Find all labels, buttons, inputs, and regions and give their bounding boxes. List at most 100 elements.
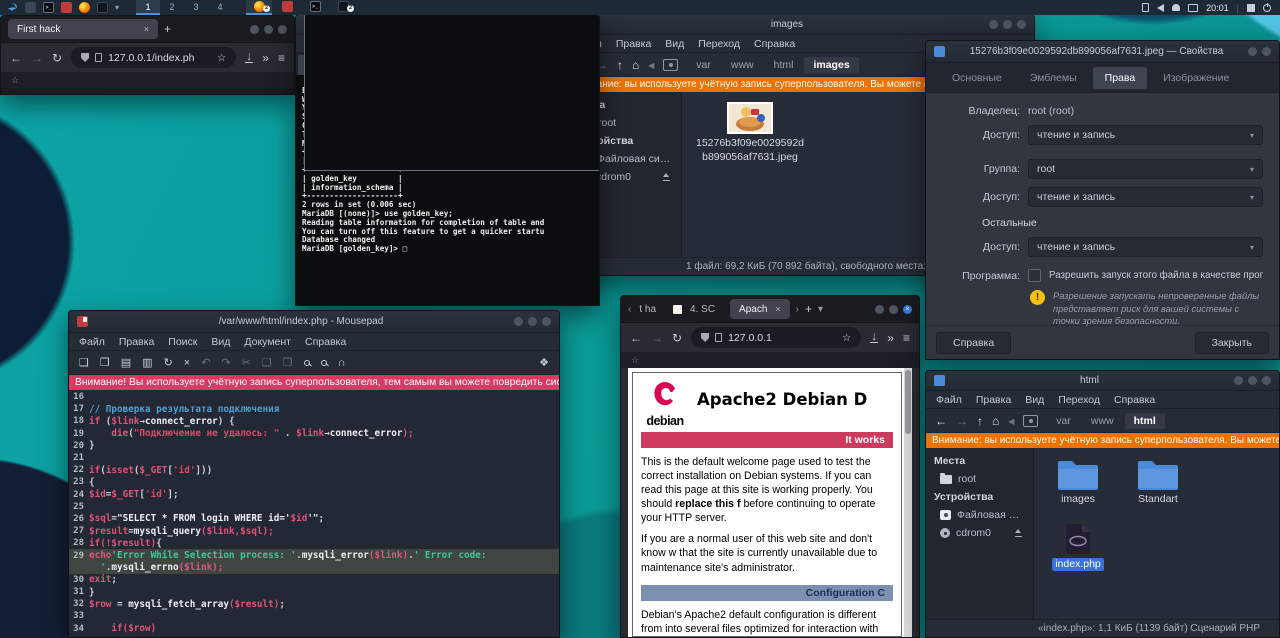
- breadcrumb-item[interactable]: www: [1082, 413, 1123, 429]
- crumb-scroll-icon[interactable]: ◂: [1008, 414, 1014, 428]
- eject-icon[interactable]: [1014, 529, 1023, 537]
- back-button[interactable]: ←: [630, 331, 642, 345]
- new-document-icon[interactable]: ❏: [79, 356, 89, 369]
- clock[interactable]: 20:01: [1206, 3, 1229, 13]
- file-item[interactable]: Standart: [1126, 458, 1190, 507]
- save-as-icon[interactable]: ▥: [142, 356, 152, 369]
- browser-tab-partial[interactable]: t ha: [637, 299, 658, 319]
- breadcrumb-item[interactable]: var: [687, 57, 720, 73]
- url-bar[interactable]: 127.0.0.1 ☆: [691, 327, 861, 348]
- breadcrumb-item[interactable]: html: [1125, 413, 1165, 429]
- close-button[interactable]: [1017, 20, 1026, 29]
- workspace-button[interactable]: 4: [208, 0, 232, 15]
- forward-button[interactable]: →: [956, 414, 968, 428]
- file-item[interactable]: 15276b3f09e0029592db899056af7631.jpeg: [694, 102, 806, 164]
- reload-button[interactable]: ↻: [52, 51, 62, 65]
- notifications-icon[interactable]: [1172, 4, 1180, 11]
- maximize-button[interactable]: [1248, 47, 1257, 56]
- media-icon[interactable]: [1023, 415, 1038, 427]
- workspace-button[interactable]: 2: [160, 0, 184, 15]
- taskbar-editor-button[interactable]: [274, 0, 300, 15]
- sidebar-item[interactable]: cdrom0: [926, 524, 1033, 542]
- menu-item[interactable]: Переход: [1058, 394, 1100, 406]
- menu-item[interactable]: Справка: [305, 336, 346, 348]
- overflow-menu-icon[interactable]: »: [887, 331, 894, 345]
- copy-icon[interactable]: ❑: [262, 356, 272, 369]
- breadcrumb-item[interactable]: Права: [1093, 67, 1148, 89]
- tab-scroll-left-icon[interactable]: ‹: [628, 304, 631, 315]
- go-to-icon[interactable]: ∩: [338, 357, 346, 369]
- back-button[interactable]: ←: [935, 414, 947, 428]
- import-bookmarks-icon[interactable]: ☆: [631, 355, 639, 366]
- cut-icon[interactable]: ✂: [242, 356, 251, 369]
- menu-item[interactable]: Правка: [976, 394, 1011, 406]
- page-scrollbar[interactable]: [904, 368, 912, 637]
- file-item[interactable]: images: [1046, 458, 1110, 507]
- menu-item[interactable]: Файл: [79, 336, 105, 348]
- close-button[interactable]: ×: [903, 305, 912, 314]
- titlebar[interactable]: 15276b3f09e0029592db899056af7631.jpeg — …: [926, 41, 1279, 63]
- power-icon[interactable]: [1263, 4, 1271, 12]
- files-launcher-icon[interactable]: [25, 2, 36, 13]
- breadcrumb-item[interactable]: Изображение: [1151, 67, 1241, 89]
- tab-scroll-right-icon[interactable]: ›: [796, 304, 799, 315]
- menu-item[interactable]: Правка: [119, 336, 154, 348]
- browser-tab[interactable]: First hack ×: [8, 19, 158, 39]
- firefox-launcher-icon[interactable]: [79, 2, 90, 13]
- file-item[interactable]: index.php: [1046, 523, 1110, 572]
- group-select[interactable]: root▾: [1028, 159, 1263, 179]
- forward-button[interactable]: →: [651, 331, 663, 345]
- save-icon[interactable]: ▤: [121, 356, 131, 369]
- menu-item[interactable]: Правка: [616, 38, 651, 50]
- owner-access-select[interactable]: чтение и запись▾: [1028, 125, 1263, 145]
- redo-icon[interactable]: ↷: [221, 356, 230, 369]
- home-button[interactable]: ⌂: [632, 58, 639, 72]
- code-editor[interactable]: 1617// Проверка результата подключения18…: [69, 390, 559, 637]
- maximize-button[interactable]: [264, 25, 273, 34]
- undo-icon[interactable]: ↶: [201, 356, 210, 369]
- media-icon[interactable]: [663, 59, 678, 71]
- tab-close-icon[interactable]: ×: [144, 24, 149, 34]
- kali-menu-icon[interactable]: [7, 2, 18, 13]
- close-button[interactable]: [1262, 47, 1271, 56]
- taskbar-terminal-button[interactable]: >_: [302, 0, 328, 15]
- titlebar[interactable]: /var/www/html/index.php - Mousepad: [69, 311, 559, 333]
- reload-icon[interactable]: ↻: [164, 356, 173, 369]
- reload-button[interactable]: ↻: [672, 331, 682, 345]
- titlebar[interactable]: html: [926, 371, 1279, 391]
- forward-button[interactable]: →: [31, 51, 43, 65]
- url-text[interactable]: 127.0.0.1: [728, 332, 836, 344]
- downloads-icon[interactable]: ↓: [245, 52, 253, 63]
- app-menu-icon[interactable]: ≡: [278, 51, 285, 65]
- close-document-icon[interactable]: ×: [184, 357, 190, 369]
- others-access-select[interactable]: чтение и запись▾: [1028, 237, 1263, 257]
- titlebar[interactable]: root@kaliman: /home/mans: [296, 15, 599, 35]
- menu-item[interactable]: Вид: [1025, 394, 1044, 406]
- volume-icon[interactable]: [1157, 4, 1164, 12]
- breadcrumb-item[interactable]: Эмблемы: [1018, 67, 1089, 89]
- maximize-button[interactable]: [528, 317, 537, 326]
- app-menu-icon[interactable]: ≡: [903, 331, 910, 345]
- downloads-icon[interactable]: ↓: [870, 332, 878, 343]
- menu-item[interactable]: Справка: [1114, 394, 1155, 406]
- sidebar-item[interactable]: root: [926, 470, 1033, 488]
- help-button[interactable]: Справка: [936, 332, 1011, 354]
- paste-icon[interactable]: ❒: [283, 356, 293, 369]
- taskbar-files-button[interactable]: 2: [330, 0, 356, 15]
- taskbar-firefox-button[interactable]: 2: [246, 0, 272, 15]
- menu-item[interactable]: Поиск: [168, 336, 197, 348]
- clipboard-icon[interactable]: [1142, 3, 1149, 12]
- scrollbar-thumb[interactable]: [905, 370, 911, 434]
- menu-item[interactable]: Документ: [244, 336, 291, 348]
- close-button[interactable]: [542, 317, 551, 326]
- package-updates-icon[interactable]: [1247, 4, 1255, 12]
- breadcrumb-item[interactable]: var: [1047, 413, 1080, 429]
- file-view[interactable]: images Standart index.php: [1034, 448, 1279, 619]
- minimize-button[interactable]: [875, 305, 884, 314]
- bookmark-star-icon[interactable]: ☆: [217, 52, 226, 64]
- breadcrumb-item[interactable]: Основные: [940, 67, 1014, 89]
- browser-tab-sql[interactable]: 4. SC: [664, 299, 724, 319]
- up-button[interactable]: ↑: [617, 58, 623, 72]
- menu-item[interactable]: Вид: [665, 38, 684, 50]
- list-tabs-icon[interactable]: ▾: [818, 304, 823, 315]
